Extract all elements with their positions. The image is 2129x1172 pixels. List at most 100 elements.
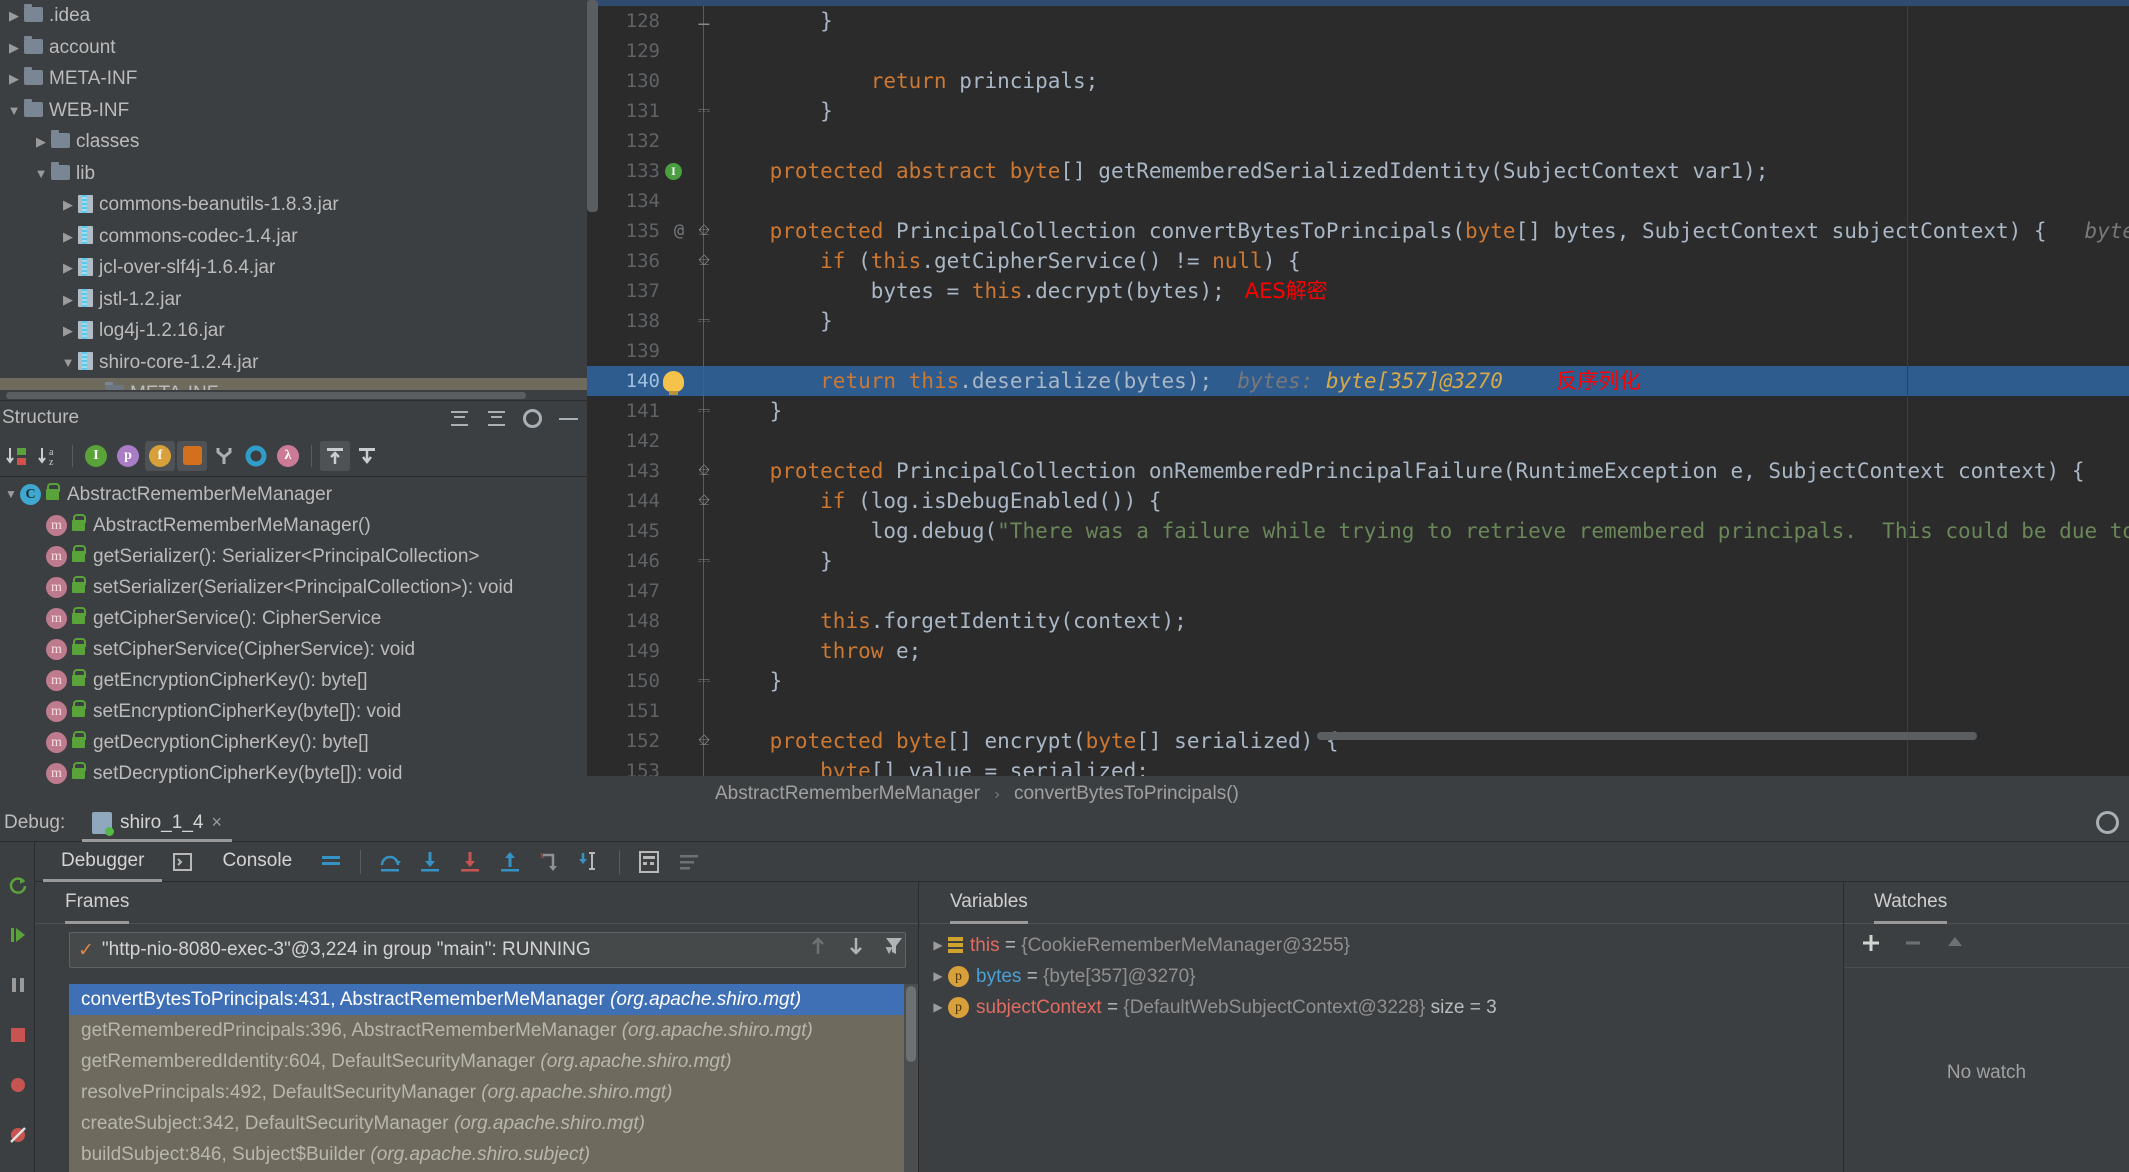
step-over-icon[interactable]	[371, 843, 409, 881]
show-anonymous-classes-icon[interactable]	[209, 441, 239, 471]
show-properties-icon[interactable]: p	[113, 441, 143, 471]
code-text[interactable]: }	[719, 396, 783, 426]
editor-line-145[interactable]: 145 log.debug("There was a failure while…	[587, 516, 2129, 546]
sort-alphabetically-icon[interactable]: az	[34, 441, 64, 471]
frame-item[interactable]: convertBytesToPrincipals:431, AbstractRe…	[69, 984, 904, 1015]
editor-line-147[interactable]: 147	[587, 576, 2129, 606]
hide-icon[interactable]	[558, 408, 579, 429]
editor-line-151[interactable]: 151	[587, 696, 2129, 726]
show-fields-icon[interactable]: f	[145, 440, 175, 471]
move-up-icon[interactable]	[808, 934, 828, 963]
code-text[interactable]: byte[] value = serialized;	[719, 756, 1149, 776]
move-up-icon[interactable]	[1944, 932, 1966, 959]
editor-lines[interactable]: 128 ⚊ } 129 130 return principals; 131 ⎓ } 132…	[587, 6, 2129, 776]
code-text[interactable]: bytes = this.decrypt(bytes); AES解密	[719, 276, 1328, 306]
remove-watch-icon[interactable]	[1902, 932, 1924, 959]
chevron-down-icon[interactable]: ▼	[33, 158, 49, 190]
gear-icon[interactable]	[2096, 811, 2119, 834]
intention-bulb-icon[interactable]	[663, 371, 684, 395]
chevron-right-icon[interactable]: ▶	[60, 284, 76, 316]
editor-line-129[interactable]: 129	[587, 36, 2129, 66]
editor-line-149[interactable]: 149 throw e;	[587, 636, 2129, 666]
tree-item-lib[interactable]: ▼ lib	[0, 158, 587, 190]
frame-item[interactable]: buildSubject:846, Subject$Builder (org.a…	[69, 1139, 904, 1170]
code-text[interactable]: if (log.isDebugEnabled()) {	[719, 486, 1161, 516]
tree-item-commons-beanutils-1-8-3-jar[interactable]: ▶ commons-beanutils-1.8.3.jar	[0, 189, 587, 221]
editor-line-131[interactable]: 131 ⎓ }	[587, 96, 2129, 126]
filter-icon[interactable]	[884, 934, 904, 963]
variables-list[interactable]: ▶ this = {CookieRememberMeManager@3255} ▶ p…	[920, 924, 1843, 1172]
code-text[interactable]: return this.deserialize(bytes); bytes: b…	[719, 366, 1640, 396]
code-text[interactable]: throw e;	[719, 636, 921, 666]
structure-item[interactable]: m setDecryptionCipherKey(byte[]): void	[0, 758, 587, 789]
tree-item-account[interactable]: ▶ account	[0, 32, 587, 64]
resume-program-icon[interactable]	[0, 910, 35, 960]
show-non-public-icon[interactable]	[177, 440, 207, 471]
fold-start-icon[interactable]: ⎒	[695, 456, 713, 486]
collapse-all-icon[interactable]	[486, 408, 507, 429]
editor-line-133[interactable]: 133 I protected abstract byte[] getRememb…	[587, 156, 2129, 186]
settings-icon[interactable]	[0, 1160, 35, 1172]
fold-end-icon[interactable]: ⎓	[695, 396, 713, 426]
frames-list[interactable]: convertBytesToPrincipals:431, AbstractRe…	[69, 984, 904, 1172]
structure-item[interactable]: m setSerializer(Serializer<PrincipalColle…	[0, 572, 587, 603]
pause-program-icon[interactable]	[0, 960, 35, 1010]
chevron-right-icon[interactable]: ▶	[6, 63, 22, 95]
fold-collapse-icon[interactable]: ⚊	[695, 6, 713, 36]
show-execution-point-icon[interactable]	[312, 843, 350, 881]
tree-item-classes[interactable]: ▶ classes	[0, 126, 587, 158]
code-text[interactable]: }	[719, 6, 833, 36]
evaluate-expression-icon[interactable]	[630, 843, 668, 881]
code-text[interactable]: }	[719, 546, 833, 576]
chevron-down-icon[interactable]: ▼	[6, 95, 22, 127]
editor-line-130[interactable]: 130 return principals;	[587, 66, 2129, 96]
chevron-right-icon[interactable]: ▶	[928, 992, 948, 1023]
editor-line-152[interactable]: 152 ⎒ protected byte[] encrypt(byte[] ser…	[587, 726, 2129, 756]
chevron-down-icon[interactable]: ▼	[60, 347, 76, 379]
drop-frame-icon[interactable]: x	[531, 843, 569, 881]
fold-end-icon[interactable]: ⎓	[695, 666, 713, 696]
fold-start-icon[interactable]: ⎒	[695, 246, 713, 276]
code-text[interactable]: protected byte[] encrypt(byte[] serializ…	[719, 726, 1339, 756]
frame-item[interactable]: resolvePrincipals:492, DefaultSecurityMa…	[69, 1077, 904, 1108]
code-text[interactable]: if (this.getCipherService() != null) {	[719, 246, 1300, 276]
structure-item[interactable]: m getEncryptionCipherKey(): byte[]	[0, 665, 587, 696]
editor-line-137[interactable]: 137 bytes = this.decrypt(bytes); AES解密	[587, 276, 2129, 306]
editor-line-144[interactable]: 144 ⎒ if (log.isDebugEnabled()) {	[587, 486, 2129, 516]
editor-line-128[interactable]: 128 ⚊ }	[587, 6, 2129, 36]
structure-item[interactable]: m getDecryptionCipherKey(): byte[]	[0, 727, 587, 758]
chevron-right-icon[interactable]: ▶	[60, 315, 76, 347]
variable-row[interactable]: ▶ p bytes = {byte[357]@3270}	[920, 961, 1843, 992]
chevron-right-icon[interactable]: ▶	[928, 961, 948, 992]
debug-session-tab[interactable]: shiro_1_4 ×	[82, 806, 232, 842]
step-out-icon[interactable]	[491, 843, 529, 881]
variable-row[interactable]: ▶ this = {CookieRememberMeManager@3255}	[920, 930, 1843, 961]
editor-line-132[interactable]: 132	[587, 126, 2129, 156]
expand-all-icon[interactable]	[449, 408, 470, 429]
editor-horizontal-scrollbar[interactable]	[1317, 732, 1977, 740]
code-text[interactable]: log.debug("There was a failure while try…	[719, 516, 2129, 546]
code-text[interactable]: protected PrincipalCollection onRemember…	[719, 456, 2085, 486]
tab-debugger[interactable]: Debugger	[43, 842, 163, 882]
editor-line-141[interactable]: 141 ⎓ }	[587, 396, 2129, 426]
fold-end-icon[interactable]: ⎓	[695, 306, 713, 336]
structure-toolbar[interactable]: az I p f λ	[0, 435, 587, 477]
console-icon[interactable]	[164, 843, 202, 881]
collapse-all-icon[interactable]	[352, 441, 382, 471]
structure-tree[interactable]: ▼ C AbstractRememberMeManager m AbstractReme…	[0, 477, 587, 803]
editor-line-146[interactable]: 146 ⎓ }	[587, 546, 2129, 576]
frames-nav[interactable]	[808, 934, 904, 963]
fold-start-icon[interactable]: ⎒	[695, 726, 713, 756]
structure-item[interactable]: m AbstractRememberMeManager()	[0, 510, 587, 541]
thread-selector[interactable]: ✓ "http-nio-8080-exec-3"@3,224 in group …	[69, 932, 906, 968]
override-marker-icon[interactable]: @	[667, 216, 691, 246]
project-tree-panel[interactable]: ▶ .idea ▶ account ▶ META-INF ▼ WEB-INF ▶ classes ▼…	[0, 0, 587, 400]
code-text[interactable]: return principals;	[719, 66, 1099, 96]
scrollbar-thumb[interactable]	[6, 392, 526, 399]
run-to-cursor-icon[interactable]	[571, 843, 609, 881]
stop-icon[interactable]	[0, 1010, 35, 1060]
fold-start-icon[interactable]: ⎒	[695, 486, 713, 516]
tree-item-web-inf[interactable]: ▼ WEB-INF	[0, 95, 587, 127]
tree-item-jstl-1-2-jar[interactable]: ▶ jstl-1.2.jar	[0, 284, 587, 316]
frame-item[interactable]: getRememberedIdentity:604, DefaultSecuri…	[69, 1046, 904, 1077]
